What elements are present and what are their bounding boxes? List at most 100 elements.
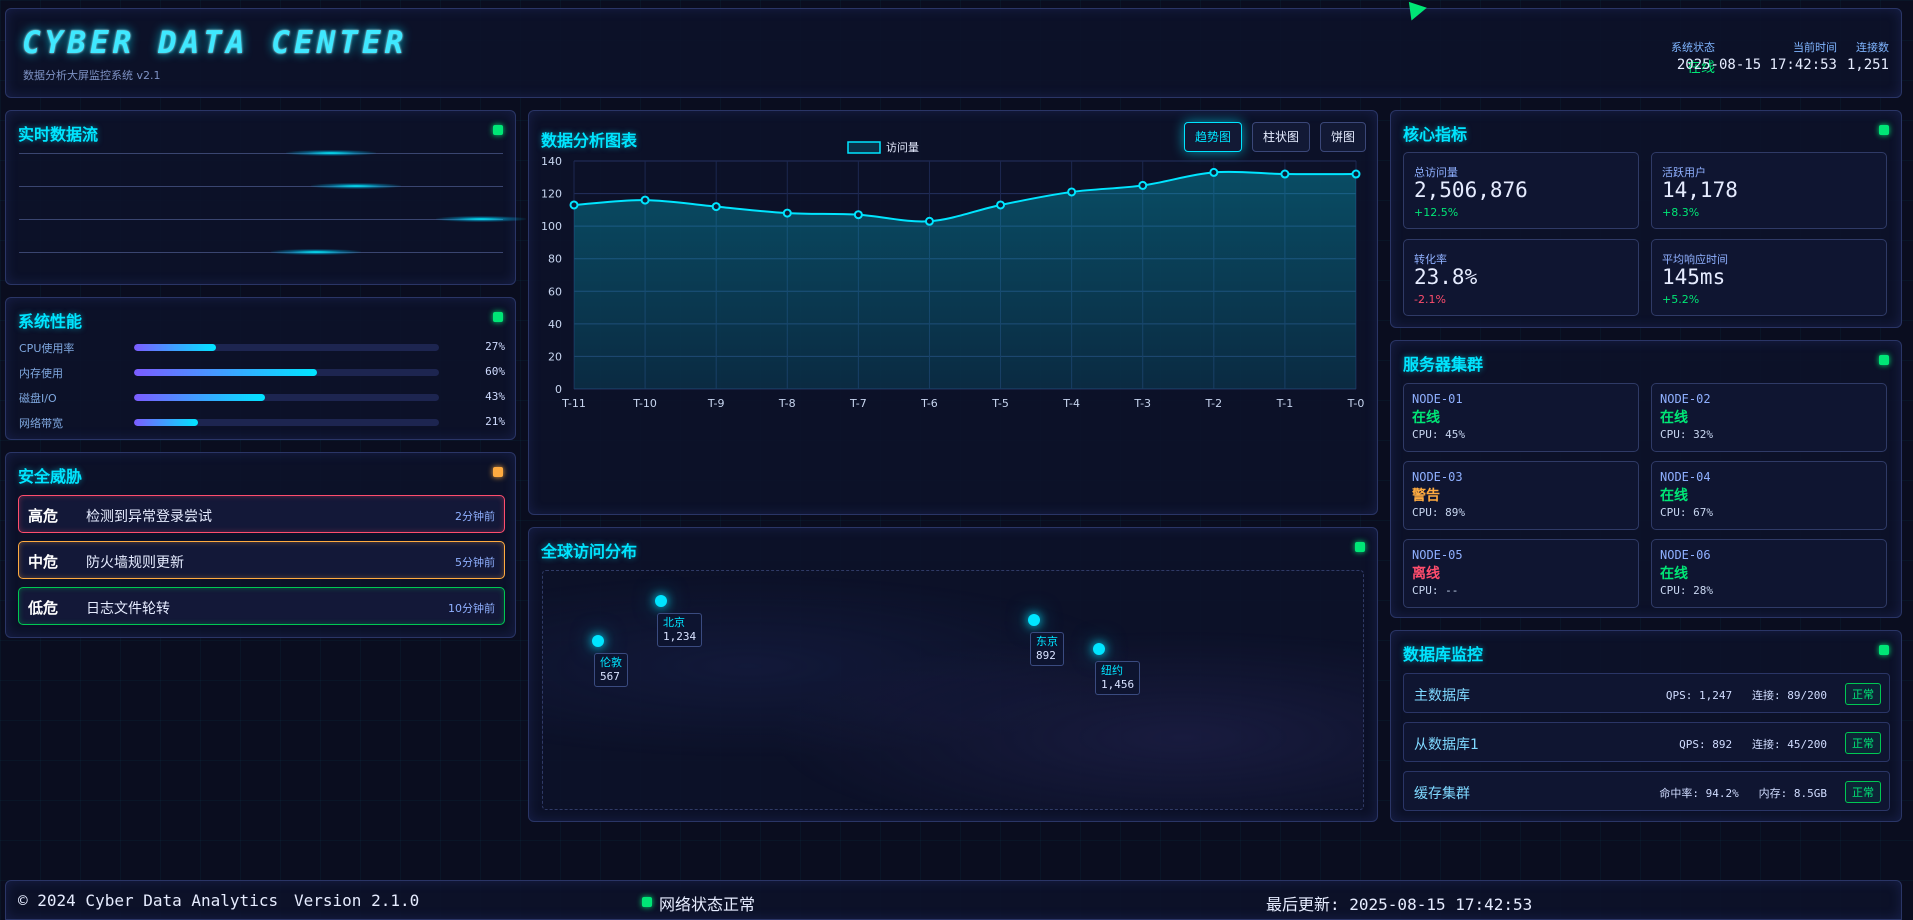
kpi-card-response-time[interactable]: 平均响应时间 145ms +5.2% [1651,239,1887,316]
perf-bar [134,344,439,351]
security-threats-title: 安全威胁 [18,467,83,486]
stream-pulse [286,150,376,156]
legend-label: 访问量 [886,141,919,154]
data-point [569,200,579,210]
kpi-change: +8.3% [1662,206,1700,219]
core-metrics-title: 核心指标 [1403,125,1468,144]
footer-bar: © 2024 Cyber Data Analytics Version 2.1.… [5,880,1902,920]
node-cpu: CPU: 32% [1660,428,1713,441]
current-time-value: 2025-08-15 17:42:53 [1676,57,1837,73]
node-status: 在线 [1412,410,1440,426]
db-status-badge: 正常 [1845,781,1881,803]
data-point [924,216,934,226]
stream-line [19,186,503,187]
city-count: 1,234 [663,630,697,643]
node-name: NODE-02 [1660,392,1711,406]
db-row-replica[interactable]: 从数据库1 QPS: 892 连接: 45/200 正常 [1403,722,1890,762]
node-status: 在线 [1660,488,1688,504]
node-status: 离线 [1412,566,1440,582]
footer-last-updated: 最后更新: 2025-08-15 17:42:53 [1266,895,1533,914]
data-point [1209,167,1219,177]
app-subtitle: 数据分析大屏监控系统 v2.1 [23,69,161,82]
data-point [1138,180,1148,190]
server-cluster-panel: 服务器集群 NODE-01 在线 CPU: 45% NODE-02 在线 CPU… [1390,340,1902,618]
perf-row-cpu: CPU使用率 27% [19,339,505,355]
world-map: 伦敦 567 北京 1,234 东京 892 纽约 1,456 [542,570,1364,810]
threat-level: 中危 [28,553,59,571]
y-tick-label: 40 [548,318,562,331]
data-point [853,210,863,220]
header-bar: CYBER DATA CENTER 数据分析大屏监控系统 v2.1 系统状态 在… [5,8,1902,98]
stream-pulse [311,183,401,189]
threat-time: 10分钟前 [448,602,495,615]
kpi-card-active-users[interactable]: 活跃用户 14,178 +8.3% [1651,152,1887,229]
legend-swatch [847,141,881,154]
status-indicator-icon [1879,125,1889,135]
status-indicator-icon [493,125,503,135]
server-node-02[interactable]: NODE-02 在线 CPU: 32% [1651,383,1887,452]
x-tick-label: T-2 [1204,397,1222,410]
threat-item-high[interactable]: 高危 检测到异常登录尝试 2分钟前 [18,495,505,533]
core-metrics-panel: 核心指标 总访问量 2,506,876 +12.5% 活跃用户 14,178 +… [1390,110,1902,328]
footer-version: Version 2.1.0 [294,891,420,910]
threat-item-low[interactable]: 低危 日志文件轮转 10分钟前 [18,587,505,625]
db-name: 主数据库 [1414,688,1470,704]
data-analysis-chart-panel: 数据分析图表 趋势图 柱状图 饼图 0 20 40 60 80 100 120 140 T-11… [528,110,1378,515]
node-name: NODE-03 [1412,470,1463,484]
server-node-03[interactable]: NODE-03 警告 CPU: 89% [1403,461,1639,530]
server-node-06[interactable]: NODE-06 在线 CPU: 28% [1651,539,1887,608]
perf-value: 21% [485,415,505,428]
city-count: 567 [600,670,620,683]
threat-time: 2分钟前 [455,510,495,523]
node-status: 在线 [1660,410,1688,426]
database-monitor-title: 数据库监控 [1403,645,1484,664]
city-count: 1,456 [1101,678,1135,691]
y-tick-label: 0 [555,383,562,396]
city-name: 东京 [1036,635,1058,648]
data-point [996,200,1006,210]
x-tick-label: T-4 [1062,397,1080,410]
db-row-primary[interactable]: 主数据库 QPS: 1,247 连接: 89/200 正常 [1403,673,1890,713]
city-name: 纽约 [1101,664,1123,677]
perf-row-disk: 磁盘I/O 43% [19,389,505,405]
perf-row-memory: 内存使用 60% [19,364,505,380]
app-title: CYBER DATA CENTER [22,25,408,61]
data-point [711,202,721,212]
server-node-05[interactable]: NODE-05 离线 CPU: -- [1403,539,1639,608]
x-tick-label: T-10 [632,397,657,410]
x-tick-label: T-11 [561,397,586,410]
map-marker-icon [1028,614,1040,626]
y-tick-label: 140 [541,155,562,168]
kpi-card-conversion-rate[interactable]: 转化率 23.8% -2.1% [1403,239,1639,316]
map-marker-icon [655,595,667,607]
threat-level: 高危 [28,507,59,525]
security-threats-panel: 安全威胁 高危 检测到异常登录尝试 2分钟前 中危 防火墙规则更新 5分钟前 低… [5,452,516,638]
node-cpu: CPU: -- [1412,584,1459,597]
stream-pulse [271,249,361,255]
x-tick-label: T-3 [1133,397,1151,410]
x-tick-label: T-6 [920,397,938,410]
database-monitor-panel: 数据库监控 主数据库 QPS: 1,247 连接: 89/200 正常 从数据库… [1390,630,1902,822]
data-point [1280,169,1290,179]
kpi-value: 145ms [1662,265,1726,289]
server-node-04[interactable]: NODE-04 在线 CPU: 67% [1651,461,1887,530]
db-row-cache[interactable]: 缓存集群 命中率: 94.2% 内存: 8.5GB 正常 [1403,771,1890,811]
node-cpu: CPU: 28% [1660,584,1713,597]
y-tick-label: 80 [548,253,562,266]
perf-value: 27% [485,340,505,353]
network-status-icon [642,897,652,907]
node-cpu: CPU: 89% [1412,506,1465,519]
x-tick-label: T-9 [707,397,725,410]
node-status: 警告 [1412,488,1440,504]
kpi-card-total-visits[interactable]: 总访问量 2,506,876 +12.5% [1403,152,1639,229]
map-marker-tag: 纽约 1,456 [1095,661,1141,695]
threat-item-medium[interactable]: 中危 防火墙规则更新 5分钟前 [18,541,505,579]
server-cluster-title: 服务器集群 [1403,355,1484,374]
stream-line [19,153,503,154]
status-indicator-icon [493,312,503,322]
perf-bar [134,394,439,401]
map-panel-title: 全球访问分布 [541,542,638,561]
perf-label: CPU使用率 [19,342,75,355]
kpi-change: -2.1% [1414,293,1446,306]
server-node-01[interactable]: NODE-01 在线 CPU: 45% [1403,383,1639,452]
